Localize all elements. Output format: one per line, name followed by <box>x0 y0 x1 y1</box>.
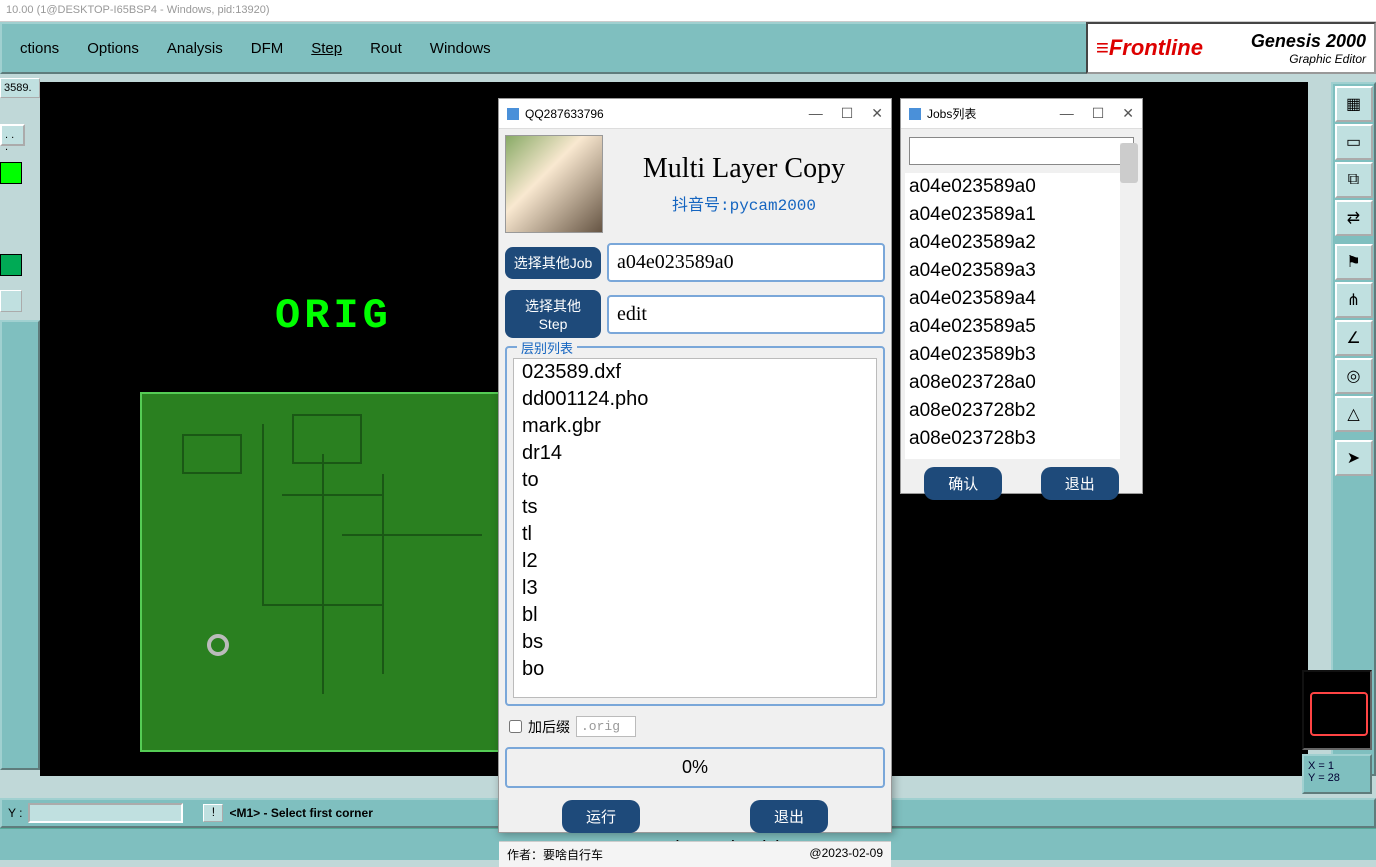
status-y-label: Y : <box>8 806 22 820</box>
layer-list[interactable]: 023589.dxfdd001124.phomark.gbrdr14totstl… <box>513 358 877 698</box>
maximize-icon[interactable]: ☐ <box>1092 105 1105 122</box>
dlg2-titlebar[interactable]: Jobs列表 — ☐ ✕ <box>901 99 1142 129</box>
brand-subtitle: Graphic Editor <box>1251 52 1366 66</box>
layer-swatch-green2[interactable] <box>0 254 22 276</box>
tool-warning-icon[interactable]: △ <box>1335 396 1373 432</box>
dlg1-subtitle: 抖音号:pycam2000 <box>603 191 885 215</box>
tool-copy-icon[interactable]: ⧉ <box>1335 162 1373 198</box>
run-button[interactable]: 运行 <box>562 800 640 833</box>
brand-title: Genesis 2000 <box>1251 31 1366 52</box>
dlg1-title: Multi Layer Copy <box>603 153 885 185</box>
tool-target-icon[interactable]: ◎ <box>1335 358 1373 394</box>
menu-dfm[interactable]: DFM <box>237 34 298 63</box>
app-titlebar: 10.00 (1@DESKTOP-I65BSP4 - Windows, pid:… <box>0 0 1376 22</box>
job-item[interactable]: a08e023728b2 <box>905 397 1120 425</box>
job-item[interactable]: a04e023589a4 <box>905 285 1120 313</box>
maximize-icon[interactable]: ☐ <box>841 105 854 122</box>
layer-item[interactable]: 023589.dxf <box>514 359 876 386</box>
jobs-search-input[interactable] <box>909 137 1134 165</box>
layer-item[interactable]: l2 <box>514 548 876 575</box>
menu-options[interactable]: Options <box>73 34 153 63</box>
close-icon[interactable]: ✕ <box>1122 105 1134 122</box>
brand-logo: ≡Frontline <box>1096 35 1203 61</box>
tool-pointer-icon[interactable]: ➤ <box>1335 440 1373 476</box>
suffix-checkbox[interactable] <box>509 720 522 733</box>
step-input[interactable] <box>607 295 885 334</box>
dlg1-app-icon <box>507 108 519 120</box>
progress-bar: 0% <box>505 747 885 788</box>
origin-label: ORIG <box>275 292 392 340</box>
job-item[interactable]: a04e023589b3 <box>905 341 1120 369</box>
minimap-viewport <box>1310 692 1368 736</box>
select-step-button[interactable]: 选择其他Step <box>505 290 601 338</box>
left-panel <box>0 320 40 770</box>
minimap[interactable] <box>1302 670 1372 750</box>
dlg1-author: 作者：要啥自行车 <box>507 846 603 863</box>
tool-route-icon[interactable]: ⇄ <box>1335 200 1373 236</box>
job-item[interactable]: a04e023589a1 <box>905 201 1120 229</box>
job-item[interactable]: a04e023589a3 <box>905 257 1120 285</box>
job-item[interactable]: a04e023589a0 <box>905 173 1120 201</box>
minimize-icon[interactable]: — <box>1060 105 1074 122</box>
layer-item[interactable]: mark.gbr <box>514 413 876 440</box>
suffix-input[interactable] <box>576 716 636 737</box>
dlg2-app-icon <box>909 108 921 120</box>
dlg1-window-title: QQ287633796 <box>525 107 604 121</box>
left-dots-button[interactable]: . . . <box>0 124 25 146</box>
tool-page-icon[interactable]: ▭ <box>1335 124 1373 160</box>
menu-windows[interactable]: Windows <box>416 34 505 63</box>
exit-button[interactable]: 退出 <box>750 800 828 833</box>
coord-y: Y = 28 <box>1308 772 1366 784</box>
jobs-scrollbar[interactable] <box>1120 143 1138 429</box>
tool-flag-icon[interactable]: ⚑ <box>1335 244 1373 280</box>
pcb-board <box>140 392 510 752</box>
layer-item[interactable]: bl <box>514 602 876 629</box>
job-item[interactable]: a08e023728b3 <box>905 425 1120 453</box>
jobs-exit-button[interactable]: 退出 <box>1041 467 1119 500</box>
dlg1-date: @2023-02-09 <box>809 846 883 863</box>
menu-analysis[interactable]: Analysis <box>153 34 237 63</box>
dlg1-titlebar[interactable]: QQ287633796 — ☐ ✕ <box>499 99 891 129</box>
coordinates-readout: X = 1 Y = 28 <box>1302 754 1372 794</box>
layer-item[interactable]: l3 <box>514 575 876 602</box>
multi-layer-copy-dialog: QQ287633796 — ☐ ✕ Multi Layer Copy 抖音号:p… <box>498 98 892 833</box>
layer-item[interactable]: dr14 <box>514 440 876 467</box>
tool-net-icon[interactable]: ⋔ <box>1335 282 1373 318</box>
jobs-list-dialog: Jobs列表 — ☐ ✕ a04e023589a0a04e023589a1a04… <box>900 98 1143 494</box>
layer-item[interactable]: bo <box>514 656 876 683</box>
layer-item[interactable]: ts <box>514 494 876 521</box>
layer-list-legend: 层别列表 <box>517 338 577 357</box>
select-job-button[interactable]: 选择其他Job <box>505 247 601 279</box>
layer-icon-button[interactable] <box>0 290 22 312</box>
brand-box: ≡Frontline Genesis 2000 Graphic Editor <box>1086 22 1376 74</box>
dlg2-window-title: Jobs列表 <box>927 105 976 122</box>
menu-rout[interactable]: Rout <box>356 34 416 63</box>
menu-actions[interactable]: ctions <box>6 34 73 63</box>
left-info-number: 3589. <box>0 78 40 98</box>
minimize-icon[interactable]: — <box>809 105 823 122</box>
coord-x: X = 1 <box>1308 760 1366 772</box>
layer-item[interactable]: bs <box>514 629 876 656</box>
status-y-input[interactable] <box>28 803 183 823</box>
layer-item[interactable]: tl <box>514 521 876 548</box>
dlg1-avatar-image <box>505 135 603 233</box>
layer-item[interactable]: to <box>514 467 876 494</box>
tool-angle-icon[interactable]: ∠ <box>1335 320 1373 356</box>
job-input[interactable] <box>607 243 885 282</box>
job-item[interactable]: a04e023589a5 <box>905 313 1120 341</box>
menu-step[interactable]: Step <box>297 34 356 63</box>
pcb-hole-icon <box>207 634 229 656</box>
job-item[interactable]: a04e023589a2 <box>905 229 1120 257</box>
suffix-label: 加后缀 <box>528 717 570 737</box>
layer-swatch-green[interactable] <box>0 162 22 184</box>
layer-item[interactable]: dd001124.pho <box>514 386 876 413</box>
jobs-list[interactable]: a04e023589a0a04e023589a1a04e023589a2a04e… <box>905 173 1138 459</box>
status-message: <M1> - Select first corner <box>229 806 372 820</box>
tool-layers-icon[interactable]: ▦ <box>1335 86 1373 122</box>
job-item[interactable]: a08e023728a0 <box>905 369 1120 397</box>
jobs-ok-button[interactable]: 确认 <box>924 467 1002 500</box>
close-icon[interactable]: ✕ <box>871 105 883 122</box>
alert-icon[interactable]: ! <box>203 804 223 822</box>
